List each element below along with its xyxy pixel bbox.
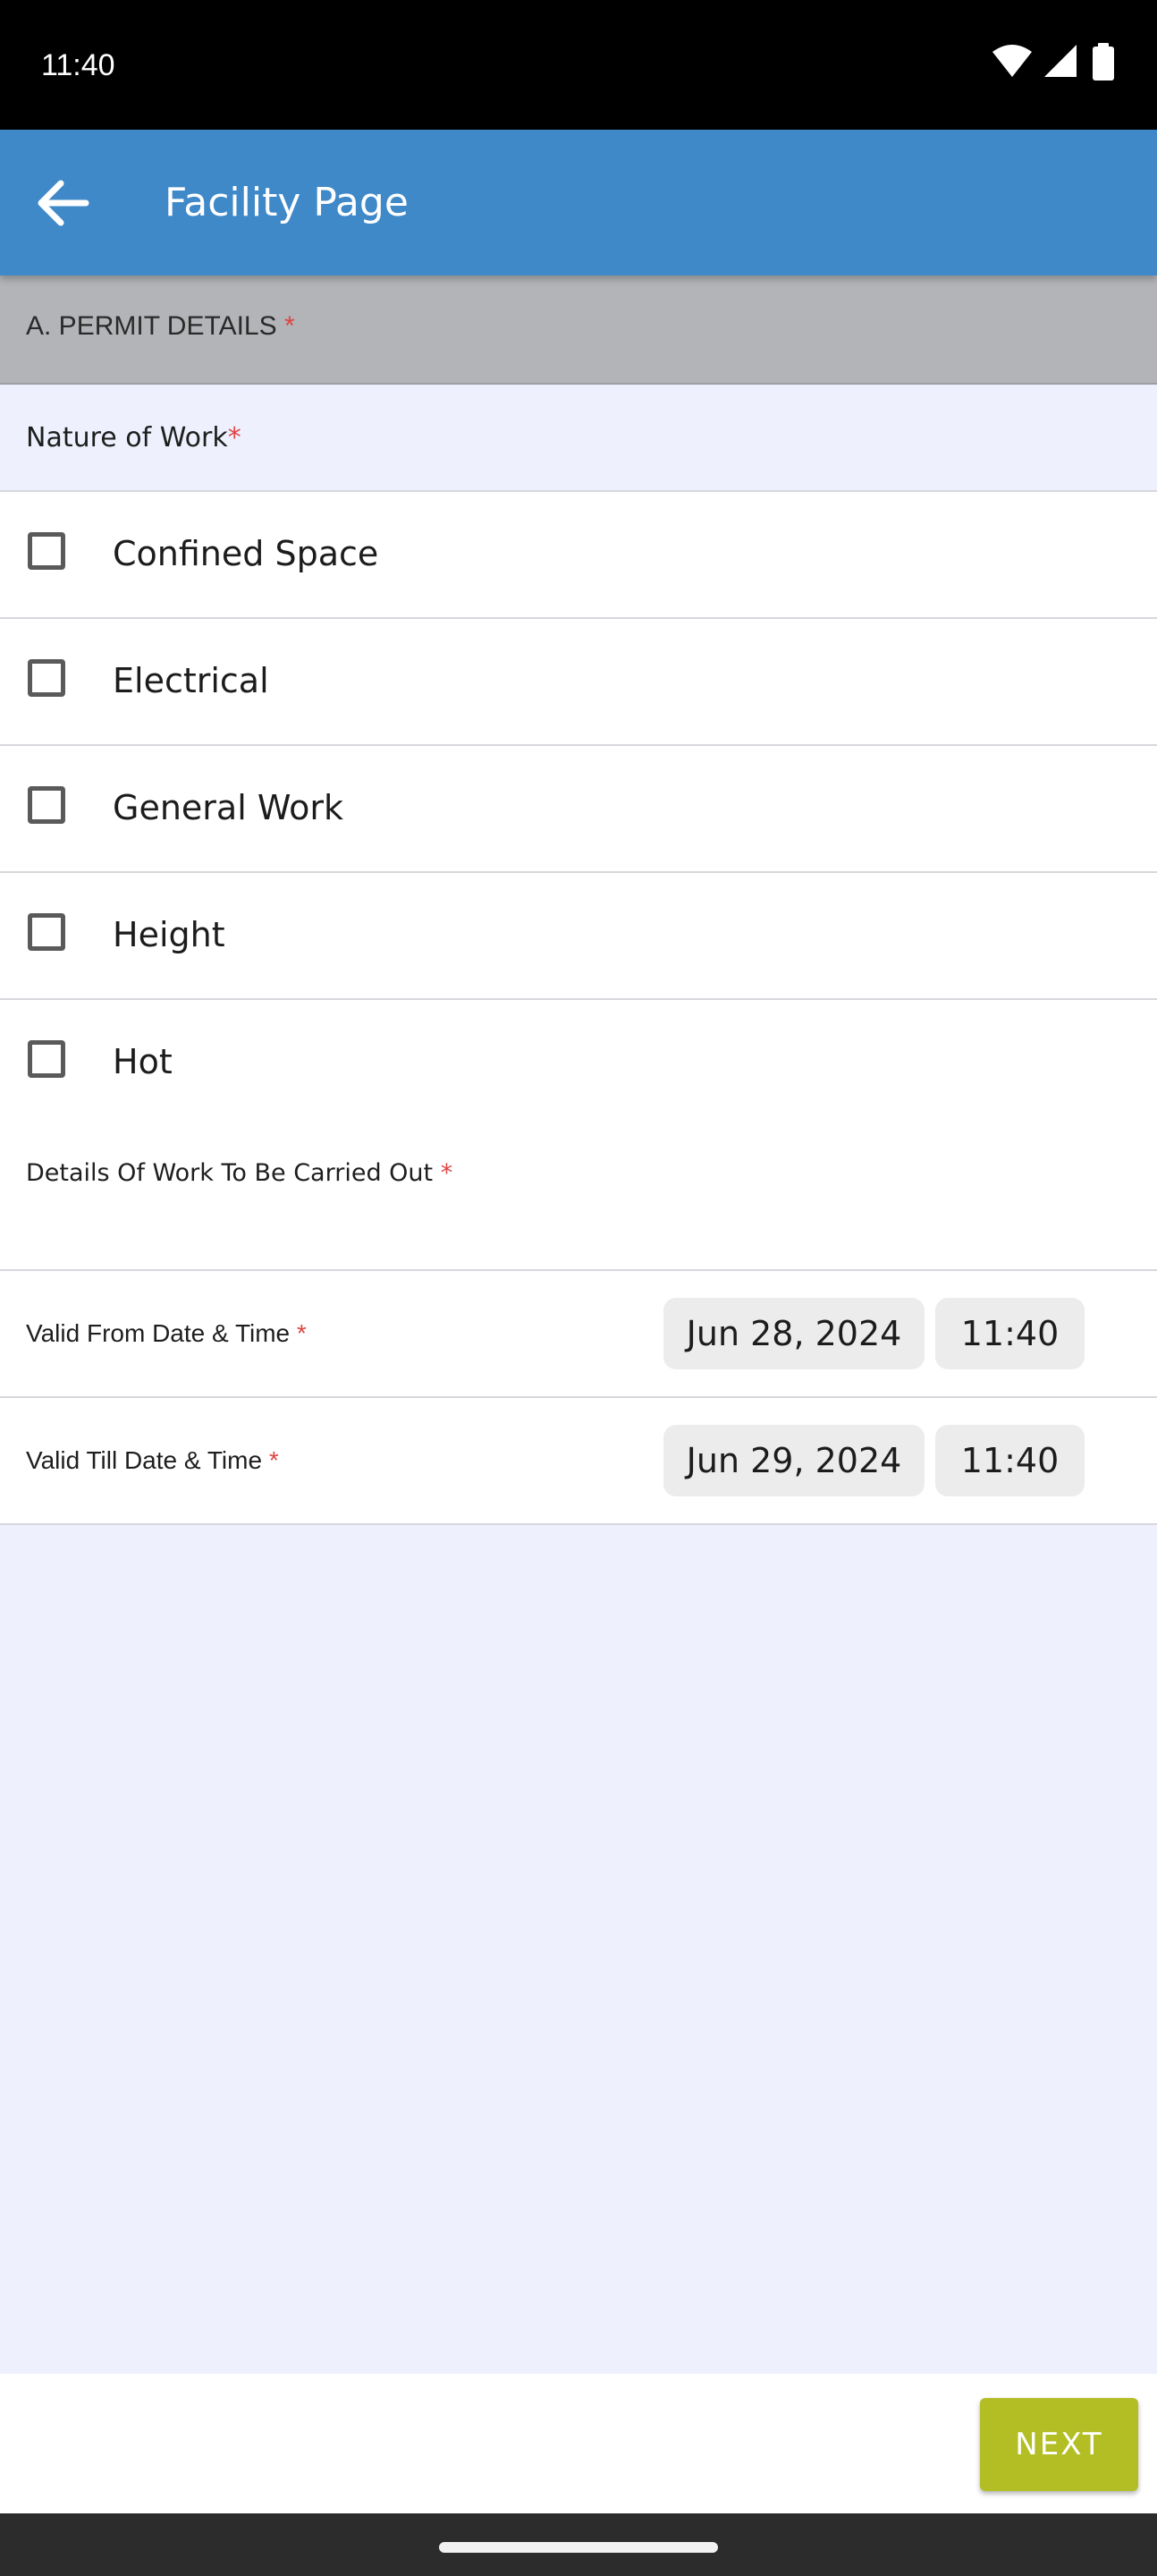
checkbox[interactable] xyxy=(28,786,65,824)
option-electrical[interactable]: Electrical xyxy=(0,619,1157,746)
valid-from-date-button[interactable]: Jun 28, 2024 xyxy=(663,1298,925,1369)
arrow-left-icon xyxy=(38,180,89,226)
section-header: A. PERMIT DETAILS * xyxy=(0,275,1157,385)
valid-till-row: Valid Till Date & Time * Jun 29, 2024 11… xyxy=(0,1398,1157,1525)
option-general-work[interactable]: General Work xyxy=(0,746,1157,873)
nature-of-work-header: Nature of Work* xyxy=(0,385,1157,492)
required-marker: * xyxy=(227,422,241,453)
option-label: Electrical xyxy=(113,661,269,700)
section-title: A. PERMIT DETAILS * xyxy=(26,311,295,342)
valid-from-label: Valid From Date & Time * xyxy=(26,1319,307,1348)
signal-icon xyxy=(1044,45,1077,77)
status-bar: 11:40 xyxy=(0,0,1157,130)
details-of-work-label-text: Details Of Work To Be Carried Out xyxy=(26,1159,434,1187)
required-marker: * xyxy=(440,1159,453,1187)
nature-of-work-label-text: Nature of Work xyxy=(26,422,228,453)
option-label: Height xyxy=(113,915,225,954)
system-nav-bar xyxy=(0,2513,1157,2576)
page-title: Facility Page xyxy=(165,180,409,225)
details-of-work-input[interactable] xyxy=(26,1202,1135,1258)
option-label: General Work xyxy=(113,788,344,827)
app-bar: Facility Page xyxy=(0,130,1157,275)
valid-till-time-button[interactable]: 11:40 xyxy=(935,1425,1085,1496)
details-of-work-field: Details Of Work To Be Carried Out * xyxy=(0,1125,1157,1271)
status-icons xyxy=(960,43,1157,88)
status-time: 11:40 xyxy=(41,48,115,82)
checkbox[interactable] xyxy=(28,659,65,697)
checkbox[interactable] xyxy=(28,913,65,951)
valid-till-label: Valid Till Date & Time * xyxy=(26,1446,279,1475)
option-hot[interactable]: Hot xyxy=(0,1000,1157,1127)
details-of-work-label: Details Of Work To Be Carried Out * xyxy=(26,1159,452,1187)
valid-till-label-text: Valid Till Date & Time xyxy=(26,1446,263,1474)
next-button[interactable]: NEXT xyxy=(980,2398,1138,2491)
option-label: Confined Space xyxy=(113,534,379,573)
back-button[interactable] xyxy=(27,167,98,239)
required-marker: * xyxy=(283,311,295,341)
valid-from-label-text: Valid From Date & Time xyxy=(26,1319,291,1347)
checkbox[interactable] xyxy=(28,532,65,570)
required-marker: * xyxy=(296,1319,307,1347)
wifi-icon xyxy=(992,45,1032,77)
required-marker: * xyxy=(268,1446,279,1474)
valid-from-time-button[interactable]: 11:40 xyxy=(935,1298,1085,1369)
option-height[interactable]: Height xyxy=(0,873,1157,1000)
bottom-action-bar: NEXT xyxy=(0,2374,1157,2513)
option-confined-space[interactable]: Confined Space xyxy=(0,492,1157,619)
valid-from-row: Valid From Date & Time * Jun 28, 2024 11… xyxy=(0,1271,1157,1398)
nature-of-work-label: Nature of Work* xyxy=(26,422,241,453)
option-label: Hot xyxy=(113,1042,173,1081)
valid-till-date-button[interactable]: Jun 29, 2024 xyxy=(663,1425,925,1496)
checkbox[interactable] xyxy=(28,1040,65,1078)
battery-icon xyxy=(1093,43,1114,80)
section-title-text: A. PERMIT DETAILS xyxy=(26,311,277,341)
home-indicator[interactable] xyxy=(439,2542,718,2553)
